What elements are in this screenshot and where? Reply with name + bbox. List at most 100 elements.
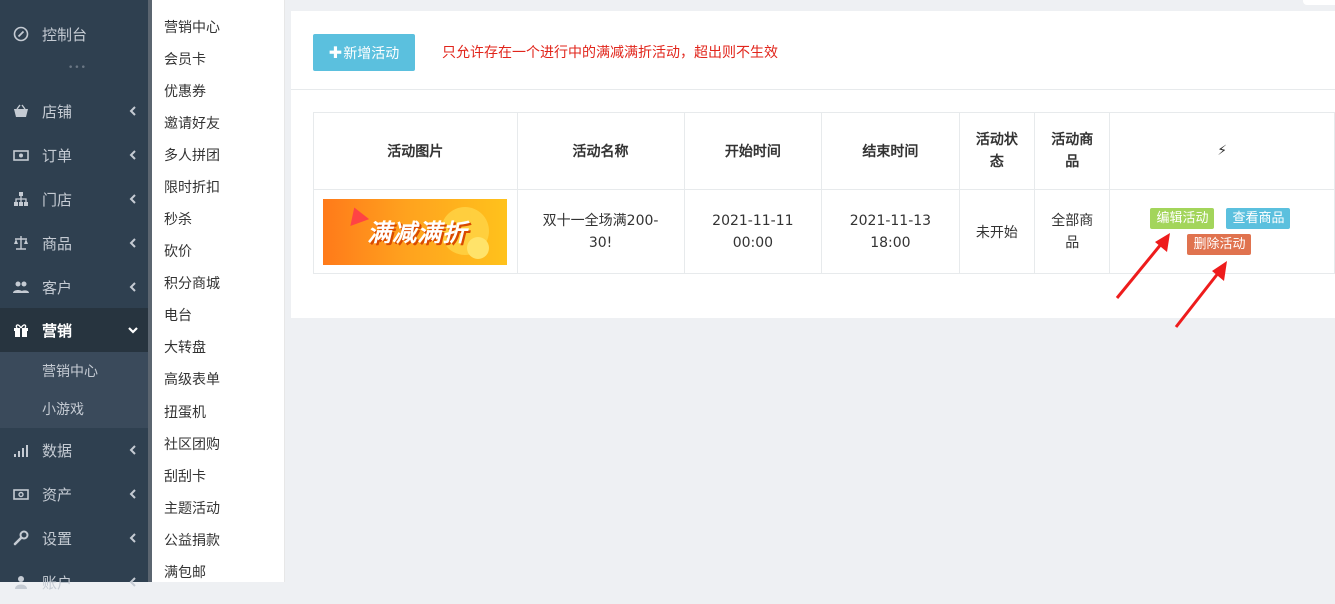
sidebar-item-label: 订单 <box>42 146 73 165</box>
chevron-left-icon <box>129 577 136 587</box>
notice-text: 只允许存在一个进行中的满减满折活动，超出则不生效 <box>442 45 778 61</box>
sidebar-item-label: 设置 <box>42 529 73 548</box>
header-name: 活动名称 <box>516 112 685 190</box>
chevron-left-icon <box>129 445 136 455</box>
sidebar-item-customers[interactable]: 客户 <box>0 265 152 309</box>
cell-end-time: 2021-11-13 18:00 <box>821 189 960 274</box>
banner-text: 满减满折 <box>367 218 468 247</box>
marketing-submenu: 营销中心 会员卡 优惠券 邀请好友 多人拼团 限时折扣 秒杀 砍价 积分商城 电… <box>152 0 285 582</box>
cell-start-time: 2021-11-11 00:00 <box>683 189 823 274</box>
action-group: 编辑活动 查看商品 删除活动 <box>1110 190 1334 273</box>
cash-icon <box>12 485 30 503</box>
signal-icon <box>12 441 30 459</box>
chevron-left-icon <box>129 106 136 116</box>
basket-icon <box>12 102 30 120</box>
activity-table: 活动图片 活动名称 开始时间 结束时间 活动状态 活动商品 ⚡ 满减满折 双十一… <box>313 112 1335 274</box>
table-row: 满减满折 双十一全场满200-30! 2021-11-11 00:00 2021… <box>313 189 1335 274</box>
sidebar-item-label: 数据 <box>42 441 73 460</box>
dashboard-icon <box>12 25 30 43</box>
chevron-left-icon <box>129 238 136 248</box>
chevron-left-icon <box>129 282 136 292</box>
sidebar-item-dashboard[interactable]: 控制台 <box>0 12 152 56</box>
banner-decoration <box>345 203 370 226</box>
add-activity-button[interactable]: ✚ 新增活动 <box>313 34 415 71</box>
main-sidebar: 控制台 ••• 店铺 订单 门店 商品 客户 营销 营销中心 小游戏 数据 资产… <box>0 0 152 592</box>
submenu-item-flash-discount[interactable]: 限时折扣 <box>164 178 220 198</box>
sitemap-icon <box>12 190 30 208</box>
sidebar-item-marketing[interactable]: 营销 <box>0 308 152 352</box>
submenu-item-scratch-card[interactable]: 刮刮卡 <box>164 467 206 487</box>
sidebar-item-label: 资产 <box>42 485 73 504</box>
wrench-icon <box>12 529 30 547</box>
submenu-item-advanced-form[interactable]: 高级表单 <box>164 370 220 390</box>
submenu-item-charity[interactable]: 公益捐款 <box>164 531 220 551</box>
submenu-item-bargain[interactable]: 砍价 <box>164 242 192 262</box>
submenu-item-coupons[interactable]: 优惠券 <box>164 82 206 102</box>
end-time: 18:00 <box>870 234 911 251</box>
user-icon <box>12 573 30 591</box>
sidebar-item-assets[interactable]: 资产 <box>0 472 152 516</box>
submenu-item-points-mall[interactable]: 积分商城 <box>164 274 220 294</box>
submenu-item-free-shipping[interactable]: 满包邮 <box>164 563 206 583</box>
sidebar-item-stores[interactable]: 门店 <box>0 177 152 221</box>
add-activity-label: 新增活动 <box>343 45 400 62</box>
activity-table-panel: 活动图片 活动名称 开始时间 结束时间 活动状态 活动商品 ⚡ 满减满折 双十一… <box>291 90 1335 318</box>
delete-activity-button[interactable]: 删除活动 <box>1187 234 1252 255</box>
submenu-item-wheel[interactable]: 大转盘 <box>164 338 206 358</box>
submenu-item-community-buy[interactable]: 社区团购 <box>164 435 220 455</box>
balance-icon <box>12 234 30 252</box>
sidebar-item-data[interactable]: 数据 <box>0 428 152 472</box>
cell-goods: 全部商品 <box>1034 189 1111 274</box>
sidebar-item-label: 店铺 <box>42 102 73 121</box>
submenu-item-seckill[interactable]: 秒杀 <box>164 210 192 230</box>
submenu-item-gacha[interactable]: 扭蛋机 <box>164 403 206 423</box>
submenu-item-theme-activity[interactable]: 主题活动 <box>164 499 220 519</box>
gift-icon <box>12 321 30 339</box>
end-date: 2021-11-13 <box>849 212 932 229</box>
start-date: 2021-11-11 <box>712 212 794 229</box>
toolbar-panel: ✚ 新增活动 只允许存在一个进行中的满减满折活动，超出则不生效 <box>291 11 1335 90</box>
table-header-row: 活动图片 活动名称 开始时间 结束时间 活动状态 活动商品 ⚡ <box>313 112 1335 190</box>
plus-icon: ✚ <box>328 43 343 62</box>
view-goods-button[interactable]: 查看商品 <box>1226 208 1291 229</box>
sidebar-item-shop[interactable]: 店铺 <box>0 89 152 133</box>
submenu-item-member-card[interactable]: 会员卡 <box>164 50 206 70</box>
chevron-down-icon <box>128 327 138 334</box>
submenu-item-invite-friends[interactable]: 邀请好友 <box>164 114 220 134</box>
activity-name: 双十一全场满200-30! <box>542 212 659 251</box>
sidebar-subitem-marketing-center[interactable]: 营销中心 <box>0 352 152 390</box>
banner-decoration <box>467 236 490 259</box>
collapse-dots-icon[interactable]: ••• <box>68 64 86 73</box>
sidebar-item-label: 客户 <box>42 278 73 297</box>
header-actions-icon: ⚡ <box>1109 112 1335 190</box>
submenu-item-radio[interactable]: 电台 <box>164 306 192 326</box>
header-goods-label: 活动商品 <box>1051 132 1094 170</box>
cell-status: 未开始 <box>958 189 1036 274</box>
header-status-label: 活动状态 <box>975 132 1018 170</box>
users-icon <box>12 278 30 296</box>
chevron-left-icon <box>129 489 136 499</box>
sidebar-item-goods[interactable]: 商品 <box>0 221 152 265</box>
chevron-left-icon <box>129 150 136 160</box>
submenu-item-group-buy[interactable]: 多人拼团 <box>164 146 220 166</box>
header-goods: 活动商品 <box>1034 112 1111 190</box>
sidebar-item-label: 营销 <box>42 321 73 340</box>
chevron-left-icon <box>129 533 136 543</box>
header-image: 活动图片 <box>313 112 518 190</box>
submenu-item-marketing-center[interactable]: 营销中心 <box>164 18 220 38</box>
cell-name: 双十一全场满200-30! <box>516 189 685 274</box>
sidebar-subitem-mini-games[interactable]: 小游戏 <box>0 390 152 428</box>
sidebar-item-settings[interactable]: 设置 <box>0 516 152 560</box>
edit-activity-button[interactable]: 编辑活动 <box>1150 208 1215 229</box>
cell-image: 满减满折 <box>313 189 518 274</box>
header-start-time: 开始时间 <box>683 112 823 190</box>
activity-banner-image: 满减满折 <box>323 198 508 265</box>
goods-scope: 全部商品 <box>1051 212 1094 251</box>
sidebar-item-account[interactable]: 账户 <box>0 560 152 604</box>
header-status: 活动状态 <box>958 112 1036 190</box>
cell-actions: 编辑活动 查看商品 删除活动 <box>1109 189 1335 274</box>
chevron-left-icon <box>129 194 136 204</box>
sidebar-item-orders[interactable]: 订单 <box>0 133 152 177</box>
sidebar-item-label: 门店 <box>42 190 73 209</box>
start-time: 00:00 <box>732 234 774 251</box>
